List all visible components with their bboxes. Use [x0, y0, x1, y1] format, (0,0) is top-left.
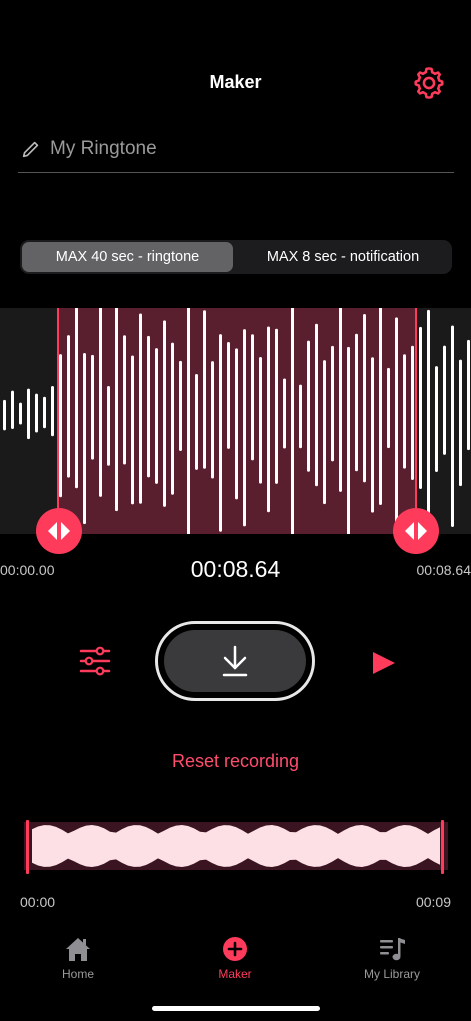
selection-end-time: 00:08.64 [416, 562, 471, 578]
waveform-bar [467, 339, 470, 451]
overview-start-marker [26, 820, 29, 874]
waveform-bar [387, 367, 390, 449]
waveform-bar [203, 310, 206, 469]
waveform-bar [3, 399, 6, 431]
tab-home-label: Home [61, 967, 94, 981]
waveform-bar [379, 308, 382, 505]
segment-notification[interactable]: MAX 8 sec - notification [236, 242, 450, 272]
waveform-bar [59, 354, 62, 498]
waveform-bar [179, 360, 182, 451]
waveform-bar [51, 386, 54, 437]
waveform-bar [315, 323, 318, 487]
waveform-bar [27, 388, 30, 440]
waveform-bar [443, 345, 446, 455]
download-button[interactable] [155, 621, 315, 701]
waveform-bar [299, 384, 302, 449]
waveform-bar [371, 357, 374, 513]
play-icon[interactable] [370, 650, 396, 676]
waveform-bar [251, 334, 254, 461]
waveform-bar [339, 308, 342, 492]
input-underline [18, 172, 454, 173]
waveform-bar [331, 345, 334, 462]
waveform-bar [147, 335, 150, 478]
waveform-bar [99, 308, 102, 497]
waveform-bar [19, 402, 22, 425]
waveform-bar [91, 354, 94, 460]
waveform-bar [43, 396, 46, 429]
waveform-bar [235, 348, 238, 500]
waveform-editor[interactable] [0, 308, 471, 534]
waveform-bar [35, 393, 38, 433]
waveform-bar [123, 335, 126, 465]
waveform-bar [187, 308, 190, 534]
waveform-bar [75, 308, 78, 489]
waveform-bar [171, 342, 174, 495]
waveform-bar [131, 355, 134, 505]
waveform-bar [403, 354, 406, 469]
waveform-bar [67, 335, 70, 478]
overview-waveform[interactable] [24, 820, 448, 874]
waveform-bar [395, 317, 398, 534]
segment-ringtone[interactable]: MAX 40 sec - ringtone [22, 242, 233, 272]
reset-recording-button[interactable]: Reset recording [0, 751, 471, 772]
download-icon [222, 645, 248, 677]
waveform-bar [259, 357, 262, 484]
tab-home[interactable]: Home [28, 935, 128, 981]
gear-icon[interactable] [410, 64, 448, 102]
waveform-bar [11, 390, 14, 429]
waveform-bar [451, 325, 454, 527]
waveform-bar [107, 385, 110, 466]
waveform-bar [347, 346, 350, 534]
sliders-icon[interactable] [78, 646, 112, 676]
waveform-bar [227, 341, 230, 449]
overview-end-time: 00:09 [415, 894, 451, 910]
waveform-bar [323, 360, 326, 505]
home-icon [66, 938, 90, 961]
waveform-bar [355, 333, 358, 472]
music-list-icon [380, 938, 405, 961]
tab-maker-label: Maker [218, 967, 252, 981]
waveform-bar [307, 340, 310, 472]
waveform-bar [267, 326, 270, 513]
page-title: Maker [209, 72, 262, 92]
plus-circle-icon [223, 937, 247, 961]
waveform-bar [155, 348, 158, 484]
waveform-bar [291, 308, 294, 534]
waveform-bar [427, 309, 430, 528]
waveform-bar [419, 326, 422, 490]
waveform-bar [219, 334, 222, 532]
waveform-bar [459, 359, 462, 487]
waveform-bar [363, 313, 366, 483]
left-trim-handle[interactable] [36, 508, 82, 554]
waveform-bar [211, 361, 214, 479]
waveform-bar [139, 313, 142, 504]
waveform-bar [411, 345, 414, 480]
current-time: 00:08.64 [190, 556, 281, 582]
home-indicator [152, 1006, 320, 1011]
waveform-bar [275, 328, 278, 484]
tab-library[interactable]: My Library [342, 935, 442, 981]
overview-end-marker [441, 820, 444, 874]
waveform-bar [115, 308, 118, 512]
tab-library-label: My Library [363, 967, 420, 981]
tab-maker[interactable]: Maker [185, 935, 285, 981]
overview-start-time: 00:00 [20, 894, 56, 910]
waveform-bar [163, 320, 166, 507]
waveform-bar [243, 329, 246, 527]
ringtone-name-input[interactable] [50, 136, 440, 162]
right-trim-handle[interactable] [393, 508, 439, 554]
waveform-bar [283, 378, 286, 449]
waveform-bar [435, 366, 438, 473]
pencil-icon [22, 141, 39, 158]
duration-segmented-control[interactable]: MAX 40 sec - ringtone MAX 8 sec - notifi… [20, 240, 452, 274]
waveform-bar [83, 352, 86, 525]
waveform-bar [195, 373, 198, 470]
